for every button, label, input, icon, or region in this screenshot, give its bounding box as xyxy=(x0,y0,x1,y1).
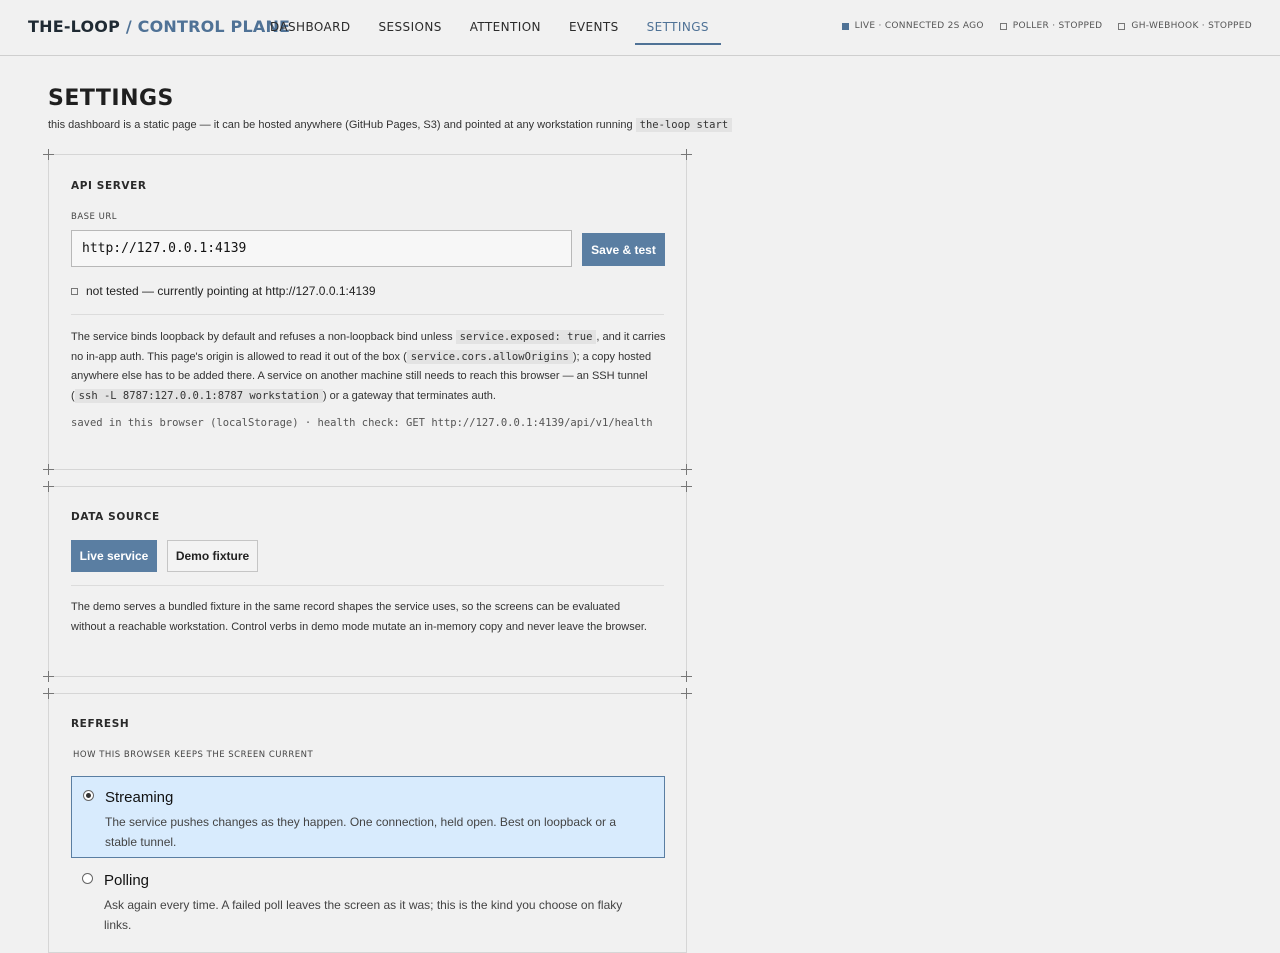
demo-fixture-button[interactable]: Demo fixture xyxy=(167,540,258,572)
api-server-description: The service binds loopback by default an… xyxy=(71,328,666,406)
option-description: Ask again every time. A failed poll leav… xyxy=(104,898,623,932)
save-test-button[interactable]: Save & test xyxy=(582,233,665,266)
corner-mark-icon xyxy=(681,149,692,160)
page-subtitle-text: this dashboard is a static page — it can… xyxy=(48,119,633,131)
status-gh-webhook-label: GH-WEBHOOK · STOPPED xyxy=(1131,21,1252,31)
app-brand[interactable]: THE-LOOP / CONTROL PLANE xyxy=(28,17,290,36)
divider xyxy=(71,585,664,586)
status-live-label: LIVE · CONNECTED 2S AGO xyxy=(854,21,984,31)
corner-mark-icon xyxy=(681,481,692,492)
corner-mark-icon xyxy=(43,464,54,475)
main-nav: DASHBOARD SESSIONS ATTENTION EVENTS SETT… xyxy=(258,0,725,55)
divider xyxy=(71,314,664,315)
description-text: The service binds loopback by default an… xyxy=(71,331,453,343)
page-subtitle-code: the-loop start xyxy=(635,118,733,132)
option-title: Streaming xyxy=(105,789,174,806)
description-code: service.exposed: true xyxy=(455,330,597,344)
base-url-input[interactable] xyxy=(71,230,572,267)
data-source-description: The demo serves a bundled fixture in the… xyxy=(71,601,647,633)
nav-sessions[interactable]: SESSIONS xyxy=(367,0,454,45)
option-title: Polling xyxy=(104,872,150,889)
status-indicators: LIVE · CONNECTED 2S AGO POLLER · STOPPED… xyxy=(841,21,1252,31)
description-code: service.cors.allowOrigins xyxy=(406,349,573,364)
corner-mark-icon xyxy=(681,688,692,699)
connection-test-status: not tested — currently pointing at http:… xyxy=(71,284,376,298)
option-description: The service pushes changes as they happe… xyxy=(105,815,617,849)
base-url-label: BASE URL xyxy=(71,212,117,222)
radio-unselected-icon[interactable] xyxy=(82,873,93,884)
status-poller-label: POLLER · STOPPED xyxy=(1012,21,1103,31)
refresh-subtitle: HOW THIS BROWSER KEEPS THE SCREEN CURREN… xyxy=(73,750,314,760)
refresh-option-streaming[interactable]: Streaming The service pushes changes as … xyxy=(71,776,665,858)
refresh-title: REFRESH xyxy=(71,718,130,730)
storage-note: saved in this browser (localStorage) · h… xyxy=(71,417,653,429)
status-gh-webhook: GH-WEBHOOK · STOPPED xyxy=(1118,21,1252,31)
corner-mark-icon xyxy=(43,688,54,699)
corner-mark-icon xyxy=(681,671,692,682)
description-code: ssh -L 8787:127.0.0.1:8787 workstation xyxy=(74,388,323,403)
corner-mark-icon xyxy=(43,149,54,160)
test-status-text: not tested — currently pointing at http:… xyxy=(86,284,376,298)
refresh-option-polling[interactable]: Polling Ask again every time. A failed p… xyxy=(71,860,665,942)
corner-mark-icon xyxy=(681,464,692,475)
nav-events[interactable]: EVENTS xyxy=(557,0,631,45)
status-live-icon xyxy=(841,22,849,30)
test-status-icon xyxy=(71,287,78,295)
page-title: SETTINGS xyxy=(48,86,174,111)
page-subtitle: this dashboard is a static page — it can… xyxy=(48,118,733,132)
refresh-panel: REFRESH HOW THIS BROWSER KEEPS THE SCREE… xyxy=(43,688,692,953)
status-poller-icon xyxy=(999,22,1007,30)
api-server-title: API SERVER xyxy=(71,180,147,192)
corner-mark-icon xyxy=(43,671,54,682)
nav-settings[interactable]: SETTINGS xyxy=(634,0,722,45)
top-bar: THE-LOOP / CONTROL PLANE DASHBOARD SESSI… xyxy=(0,0,1280,56)
data-source-panel: DATA SOURCE Live service Demo fixture Th… xyxy=(43,481,692,682)
data-source-title: DATA SOURCE xyxy=(71,511,160,523)
nav-dashboard[interactable]: DASHBOARD xyxy=(258,0,363,45)
corner-mark-icon xyxy=(43,481,54,492)
status-poller: POLLER · STOPPED xyxy=(999,21,1103,31)
status-live: LIVE · CONNECTED 2S AGO xyxy=(841,21,984,31)
live-service-button[interactable]: Live service xyxy=(71,540,157,572)
description-text: ) or a gateway that terminates auth. xyxy=(322,389,496,402)
radio-selected-icon[interactable] xyxy=(83,790,94,801)
api-server-panel: API SERVER BASE URL Save & test not test… xyxy=(43,149,692,475)
status-gh-webhook-icon xyxy=(1118,22,1126,30)
brand-name: THE-LOOP xyxy=(28,17,121,36)
nav-attention[interactable]: ATTENTION xyxy=(458,0,553,45)
